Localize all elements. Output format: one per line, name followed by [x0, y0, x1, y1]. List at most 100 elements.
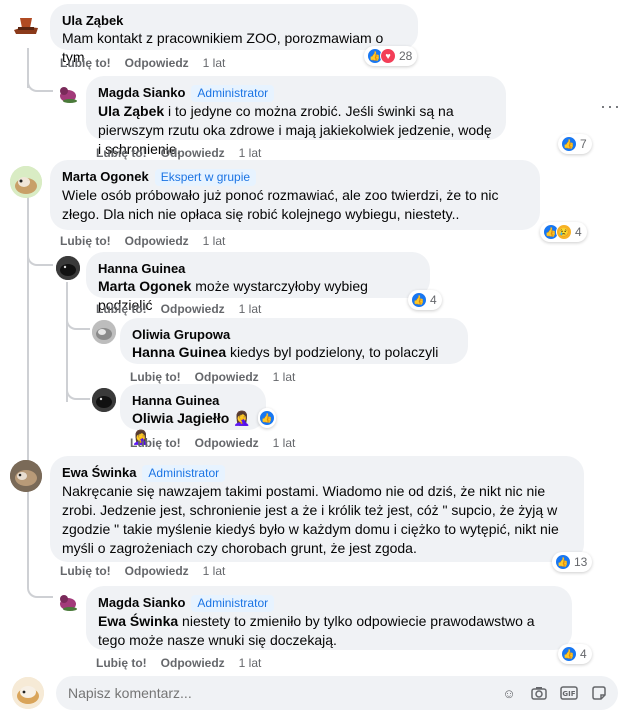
- reaction-summary[interactable]: 👍 7: [558, 134, 592, 154]
- reaction-count: 13: [574, 555, 588, 569]
- comment-actions: Lubię to! Odpowiedz 1 lat: [96, 656, 261, 670]
- comment-bubble: Marta Ogonek Ekspert w grupie Wiele osób …: [50, 160, 540, 230]
- avatar[interactable]: [56, 590, 80, 614]
- comment-actions: Lubię to! Odpowiedz 1 lat: [60, 56, 225, 70]
- comment-bubble: Hanna Guinea Oliwia Jagiełło 🤦‍♀️🤦‍♀️: [120, 384, 266, 445]
- like-button[interactable]: Lubię to!: [60, 234, 111, 248]
- comment-actions: Lubię to! Odpowiedz 1 lat: [96, 146, 261, 160]
- comment-actions: Lubię to! Odpowiedz 1 lat: [96, 302, 261, 316]
- reply-button[interactable]: Odpowiedz: [195, 436, 259, 450]
- reply-button[interactable]: Odpowiedz: [195, 370, 259, 384]
- thread-connector: [66, 320, 90, 400]
- comment-author[interactable]: Hanna Guinea: [98, 260, 418, 277]
- comment-author[interactable]: Hanna Guinea: [132, 392, 254, 409]
- author-name[interactable]: Magda Sianko: [98, 85, 185, 100]
- reply-button[interactable]: Odpowiedz: [161, 656, 225, 670]
- like-button[interactable]: Lubię to!: [96, 302, 147, 316]
- reaction-summary[interactable]: 👍 ♥ 28: [364, 46, 418, 66]
- comment-actions: Lubię to! Odpowiedz 1 lat: [60, 234, 225, 248]
- avatar[interactable]: [10, 10, 42, 42]
- comment-time[interactable]: 1 lat: [273, 370, 296, 384]
- mention-link[interactable]: Oliwia Jagiełło: [132, 410, 229, 426]
- comment-actions: Lubię to! Odpowiedz 1 lat: [130, 436, 295, 450]
- avatar[interactable]: [10, 166, 42, 198]
- comment-input[interactable]: [68, 685, 448, 701]
- reaction-count: 7: [580, 137, 587, 151]
- avatar[interactable]: [56, 82, 80, 106]
- sticker-icon[interactable]: [590, 684, 608, 702]
- comment-time[interactable]: 1 lat: [203, 564, 226, 578]
- comment-author: Ewa Świnka Administrator: [62, 464, 572, 482]
- reaction-summary[interactable]: 👍 😢 4: [540, 222, 587, 242]
- comment-bubble: Oliwia Grupowa Hanna Guinea kiedys byl p…: [120, 318, 468, 364]
- emoji-icon[interactable]: ☺: [500, 684, 518, 702]
- comment-composer: ☺ GIF: [12, 676, 618, 710]
- mention-link[interactable]: Ewa Świnka: [98, 613, 178, 629]
- comment-input-box[interactable]: ☺ GIF: [56, 676, 618, 710]
- like-button[interactable]: Lubię to!: [60, 56, 111, 70]
- mention-link[interactable]: Ula Ząbek: [98, 103, 164, 119]
- reaction-summary[interactable]: 👍 13: [552, 552, 593, 572]
- reply-button[interactable]: Odpowiedz: [125, 564, 189, 578]
- role-badge: Administrator: [142, 465, 226, 482]
- like-icon: 👍: [259, 410, 275, 426]
- role-badge: Administrator: [191, 85, 275, 102]
- author-name[interactable]: Magda Sianko: [98, 595, 185, 610]
- like-button[interactable]: Lubię to!: [60, 564, 111, 578]
- camera-icon[interactable]: [530, 684, 548, 702]
- reaction-summary[interactable]: 👍 4: [408, 290, 442, 310]
- comment-author: Marta Ogonek Ekspert w grupie: [62, 168, 528, 186]
- role-badge: Administrator: [191, 595, 275, 612]
- comment-time[interactable]: 1 lat: [273, 436, 296, 450]
- gif-icon[interactable]: GIF: [560, 684, 578, 702]
- mention-link[interactable]: Hanna Guinea: [132, 344, 226, 360]
- comment-text: Nakręcanie się nawzajem takimi postami. …: [62, 483, 559, 556]
- comment-author[interactable]: Ula Ząbek: [62, 12, 406, 29]
- reaction-count: 4: [430, 293, 437, 307]
- author-name[interactable]: Marta Ogonek: [62, 169, 149, 184]
- like-button[interactable]: Lubię to!: [130, 370, 181, 384]
- comment-time[interactable]: 1 lat: [239, 302, 262, 316]
- comment-bubble: Ewa Świnka Administrator Nakręcanie się n…: [50, 456, 584, 562]
- reaction-summary[interactable]: 👍 4: [558, 644, 592, 664]
- avatar[interactable]: [92, 320, 116, 344]
- comment-body: kiedys byl podzielony, to polaczyli: [226, 344, 439, 360]
- avatar[interactable]: [56, 256, 80, 280]
- comment-time[interactable]: 1 lat: [203, 56, 226, 70]
- reply-button[interactable]: Odpowiedz: [125, 56, 189, 70]
- avatar[interactable]: [10, 460, 42, 492]
- comment-time[interactable]: 1 lat: [239, 656, 262, 670]
- comment-time[interactable]: 1 lat: [203, 234, 226, 248]
- role-badge: Ekspert w grupie: [154, 169, 257, 186]
- author-name[interactable]: Ewa Świnka: [62, 465, 136, 480]
- comment-bubble: Magda Sianko Administrator Ewa Świnka nie…: [86, 586, 572, 650]
- reply-button[interactable]: Odpowiedz: [125, 234, 189, 248]
- like-icon: 👍: [561, 136, 577, 152]
- comment-actions: Lubię to! Odpowiedz 1 lat: [130, 370, 295, 384]
- like-button[interactable]: Lubię to!: [130, 436, 181, 450]
- comment-author: Magda Sianko Administrator: [98, 594, 560, 612]
- reply-button[interactable]: Odpowiedz: [161, 146, 225, 160]
- reaction-summary[interactable]: 👍: [258, 408, 276, 428]
- comment-text: Hanna Guinea kiedys byl podzielony, to p…: [132, 343, 456, 362]
- thread-connector: [27, 48, 53, 92]
- like-icon: 👍: [411, 292, 427, 308]
- heart-icon: ♥: [380, 48, 396, 64]
- mention-link[interactable]: Marta Ogonek: [98, 278, 191, 294]
- comment-text: Ewa Świnka niestety to zmieniło by tylko…: [98, 612, 560, 650]
- svg-text:GIF: GIF: [562, 690, 575, 698]
- comment-author[interactable]: Oliwia Grupowa: [132, 326, 456, 343]
- comment-text: Wiele osób próbowało już ponoć rozmawiać…: [62, 187, 499, 222]
- comment-actions: Lubię to! Odpowiedz 1 lat: [60, 564, 225, 578]
- reply-button[interactable]: Odpowiedz: [161, 302, 225, 316]
- current-user-avatar[interactable]: [12, 677, 44, 709]
- like-icon: 👍: [561, 646, 577, 662]
- sad-icon: 😢: [556, 224, 572, 240]
- like-button[interactable]: Lubię to!: [96, 656, 147, 670]
- composer-tools: ☺ GIF: [500, 684, 608, 702]
- avatar[interactable]: [92, 388, 116, 412]
- like-button[interactable]: Lubię to!: [96, 146, 147, 160]
- more-options-icon[interactable]: ···: [600, 96, 621, 117]
- reaction-count: 28: [399, 49, 413, 63]
- comment-time[interactable]: 1 lat: [239, 146, 262, 160]
